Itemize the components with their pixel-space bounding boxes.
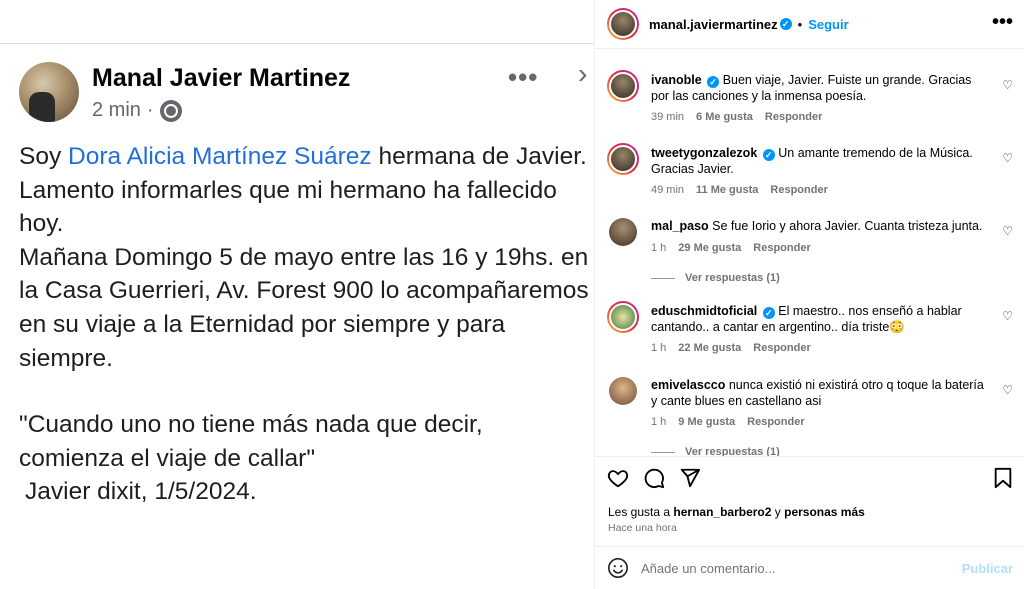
more-options-icon[interactable]: ••• [992,12,1013,32]
more-horizontal-icon: ••• [508,62,539,92]
post-signature: Javier dixit, 1/5/2024. [25,478,257,506]
globe-icon [159,99,182,122]
commenter-avatar[interactable] [609,377,637,405]
post-body: Soy Dora Alicia Martínez Suárez hermana … [19,140,594,509]
comment-time: 39 min [651,111,685,123]
commenter-avatar[interactable] [607,143,639,175]
facebook-post-screenshot: Manal Javier Martinez 2 min · ••• › Soy … [0,0,594,589]
comment-actions: 39 min 6 Me gusta Responder [651,111,822,123]
post-paragraph-1: Soy Dora Alicia Martínez Suárez hermana … [19,140,594,241]
comment-likes[interactable]: 22 Me gusta [678,342,741,354]
commenter-username[interactable]: emivelascco [651,378,725,392]
verified-badge-icon: ✓ [707,76,720,88]
comment-likes[interactable]: 9 Me gusta [678,416,735,428]
comment-likes[interactable]: 11 Me gusta [696,184,758,196]
commenter-username[interactable]: ivanoble [651,73,702,87]
comment-time: 49 min [651,184,685,196]
comment-text: tweetygonzalezok ✓ Un amante tremendo de… [651,146,987,177]
post-action-bar: Les gusta a hernan_barbero2 y personas m… [595,456,1024,546]
comment-input[interactable] [641,560,951,576]
bookmark-icon[interactable] [993,467,1013,489]
instagram-post-panel: manal.javiermartinez ✓ • Seguir ••• ivan… [594,0,1024,589]
likes-prefix: Les gusta a [608,505,674,519]
comment-actions: 1 h 9 Me gusta Responder [651,416,805,428]
post-header: manal.javiermartinez ✓ • Seguir ••• [595,0,1024,49]
comment-actions: 1 h 29 Me gusta Responder [651,242,811,254]
reply-button[interactable]: Responder [747,416,804,428]
reply-button[interactable]: Responder [753,242,810,254]
comment-time: 1 h [651,242,667,254]
view-replies-button[interactable]: Ver respuestas (1) [651,272,780,284]
post-meta: 2 min · [92,99,182,122]
reply-button[interactable]: Responder [770,184,827,196]
commenter-username[interactable]: mal_paso [651,219,709,233]
commenter-avatar[interactable] [607,70,639,102]
publish-button[interactable]: Publicar [962,561,1013,576]
like-comment-heart-icon[interactable]: ♡ [1002,224,1013,238]
post-time: Hace una hora [608,522,677,534]
header-separator: • [797,16,803,32]
comment-body: Se fue Iorio y ahora Javier. Cuanta tris… [712,219,983,233]
post-paragraph-2: Mañana Domingo 5 de mayo entre las 16 y … [19,243,589,372]
likes-middle: y [771,505,785,519]
share-paper-plane-icon[interactable] [679,467,701,489]
author-username[interactable]: manal.javiermartinez [649,17,778,32]
commenter-avatar[interactable] [607,301,639,333]
action-icons [607,467,701,489]
likes-summary: Les gusta a hernan_barbero2 y personas m… [608,505,865,519]
meta-separator: · [146,99,154,121]
comment-bubble-icon[interactable] [643,467,665,489]
divider [0,43,594,44]
verified-badge-icon: ✓ [762,307,775,319]
post-time: 2 min [92,99,141,121]
author-avatar[interactable] [607,8,639,40]
comment-text: emivelascco nunca existió ni existirá ot… [651,378,987,409]
emoji-smile-icon[interactable] [607,557,629,579]
comment-time: 1 h [651,342,667,354]
like-comment-heart-icon[interactable]: ♡ [1002,383,1013,397]
comment-likes[interactable]: 29 Me gusta [678,242,741,254]
comment-time: 1 h [651,416,667,428]
commenter-avatar[interactable] [609,218,637,246]
comment-actions: 49 min 11 Me gusta Responder [651,184,828,196]
likes-others-link[interactable]: personas más [784,505,865,519]
commenter-username[interactable]: eduschmidtoficial [651,304,757,318]
comment-text: eduschmidtoficial ✓ El maestro.. nos ens… [651,304,987,335]
like-comment-heart-icon[interactable]: ♡ [1002,78,1013,92]
commenter-username[interactable]: tweetygonzalezok [651,146,757,160]
comment-actions: 1 h 22 Me gusta Responder [651,342,811,354]
chevron-right-icon: › [578,58,588,89]
like-comment-heart-icon[interactable]: ♡ [1002,151,1013,165]
view-replies-button[interactable]: Ver respuestas (1) [651,446,780,456]
liked-by-username[interactable]: hernan_barbero2 [673,505,771,519]
like-heart-icon[interactable] [607,467,629,489]
comment-text: mal_paso Se fue Iorio y ahora Javier. Cu… [651,219,987,235]
comment-text: ivanoble ✓ Buen viaje, Javier. Fuiste un… [651,73,987,104]
comment-likes[interactable]: 6 Me gusta [696,111,753,123]
verified-badge-icon: ✓ [762,149,775,161]
post-quote: "Cuando uno no tiene más nada que decir,… [19,411,483,472]
author-avatar [19,62,79,122]
verified-badge-icon: ✓ [779,18,792,30]
post-author-name: Manal Javier Martinez [92,64,351,92]
like-comment-heart-icon[interactable]: ♡ [1002,309,1013,323]
mention-link: Dora Alicia Martínez Suárez [68,143,372,170]
follow-button[interactable]: Seguir [808,17,848,32]
add-comment-bar: Publicar [595,546,1024,589]
reply-button[interactable]: Responder [753,342,810,354]
reply-button[interactable]: Responder [765,111,822,123]
comments-list[interactable]: ivanoble ✓ Buen viaje, Javier. Fuiste un… [595,50,1024,456]
body-intro: Soy [19,143,69,170]
